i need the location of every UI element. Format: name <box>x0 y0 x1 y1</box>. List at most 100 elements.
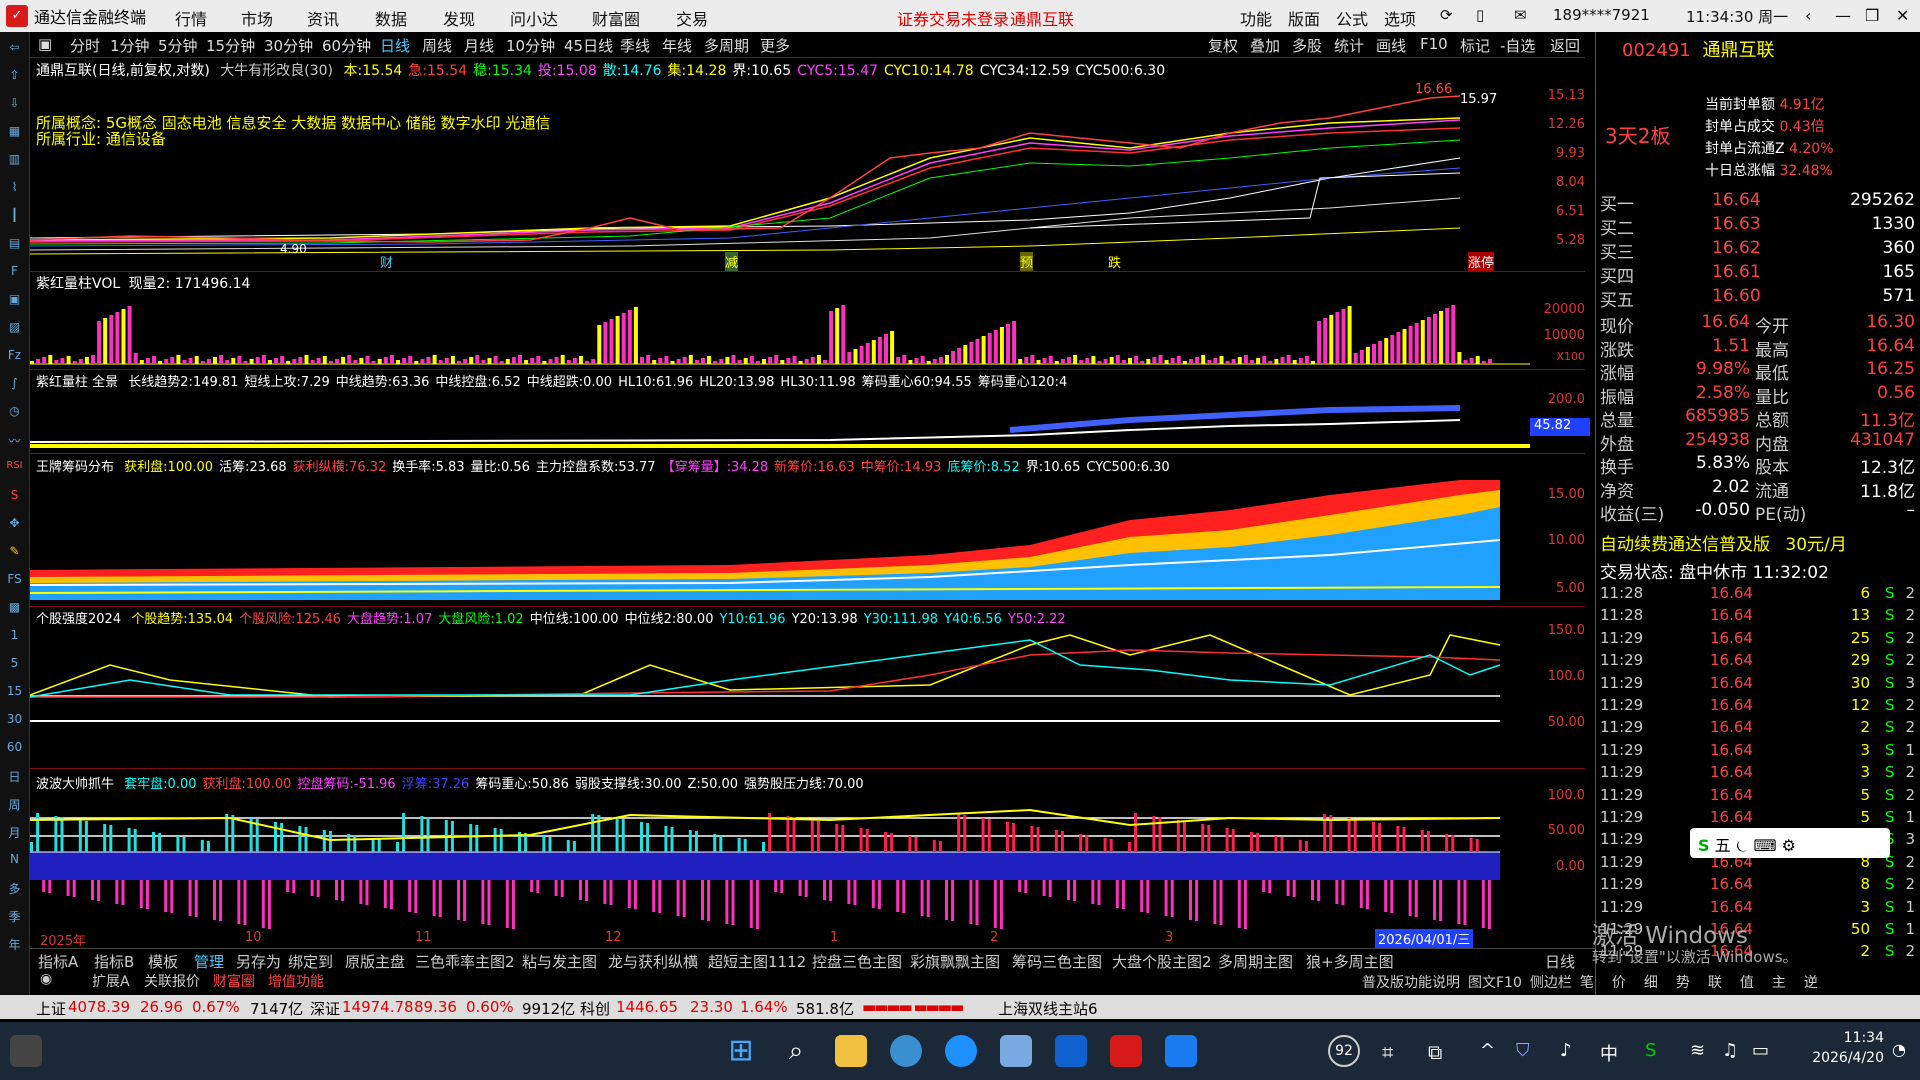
refresh-icon[interactable]: ⟳ <box>1440 6 1453 24</box>
back-icon[interactable]: ‹ <box>1805 6 1811 25</box>
period-1-icon[interactable]: 1 <box>5 628 25 648</box>
picture-icon[interactable]: ▩ <box>5 600 25 620</box>
bottom-link[interactable]: 图文F10 <box>1468 975 1522 991</box>
period-tab-multi[interactable]: 多周期 <box>704 35 749 56</box>
meeting-icon[interactable] <box>1165 1035 1197 1067</box>
edge-icon[interactable] <box>945 1035 977 1067</box>
bid-row[interactable]: 买五 16.60 571 <box>1600 286 1915 311</box>
toolbar-multistock[interactable]: 多股 <box>1292 35 1322 56</box>
account-label[interactable]: 189****7921 <box>1553 6 1650 24</box>
period-tab-fs[interactable]: 分时 <box>70 35 100 56</box>
search-icon[interactable]: ⌕ <box>780 1035 812 1067</box>
period-tab-10m[interactable]: 10分钟 <box>506 35 555 56</box>
menu-news[interactable]: 资讯 <box>307 6 339 30</box>
fs-icon[interactable]: FS <box>5 572 25 592</box>
bottom-link[interactable]: 价 <box>1612 975 1626 991</box>
tab-save-as[interactable]: 另存为 <box>236 951 281 972</box>
tab-multiperiod[interactable]: 多周期主图 <box>1218 951 1293 972</box>
kc-label[interactable]: 科创 <box>580 998 610 1019</box>
bottom-link[interactable]: 普及版功能说明 <box>1362 975 1460 991</box>
ime-tray-icon[interactable]: 中 <box>1600 1040 1618 1066</box>
file-explorer-icon[interactable] <box>835 1035 867 1067</box>
notepad-icon[interactable] <box>1000 1035 1032 1067</box>
period-tab-year[interactable]: 年线 <box>662 35 692 56</box>
tab-sticky[interactable]: 粘与发主图 <box>522 951 597 972</box>
tab-original[interactable]: 原版主盘 <box>345 951 405 972</box>
f10-icon[interactable]: F <box>5 264 25 284</box>
marker-reduce[interactable]: 减 <box>725 252 739 271</box>
bottom-link[interactable]: 逆 <box>1804 975 1818 991</box>
ime-toolbar[interactable]: S 五 ⏾ ⌨ ⚙ <box>1690 828 1890 858</box>
main-kline-chart[interactable] <box>30 78 1530 268</box>
period-5-icon[interactable]: 5 <box>5 656 25 676</box>
menu-discover[interactable]: 发现 <box>443 6 475 30</box>
bottom-link[interactable]: 笔 <box>1580 975 1594 991</box>
toolbar-draw[interactable]: 画线 <box>1376 35 1406 56</box>
browser-icon[interactable] <box>890 1035 922 1067</box>
menu-market[interactable]: 市场 <box>241 6 273 30</box>
menu-wealth[interactable]: 财富圈 <box>592 6 640 30</box>
rsi-icon[interactable]: RSI <box>5 460 25 480</box>
grid-icon[interactable]: ▥ <box>5 152 25 172</box>
tab-bind[interactable]: 绑定到 <box>288 951 333 972</box>
period-tab-1m[interactable]: 1分钟 <box>110 35 150 56</box>
battery-icon[interactable]: ▭ <box>1752 1040 1769 1061</box>
chip-distribution-chart[interactable] <box>30 475 1530 600</box>
wave-chart[interactable] <box>30 790 1530 930</box>
period-tab-5m[interactable]: 5分钟 <box>158 35 198 56</box>
fz-icon[interactable]: Fz <box>5 348 25 368</box>
menu-data[interactable]: 数据 <box>375 6 407 30</box>
tab-control[interactable]: 控盘三色主图 <box>812 951 902 972</box>
trend-chart[interactable] <box>30 390 1530 450</box>
period-week-icon[interactable]: 周 <box>5 796 25 816</box>
chip-panel-title[interactable]: 王牌筹码分布 <box>36 460 114 475</box>
tdx-app-icon[interactable] <box>1110 1035 1142 1067</box>
toolbar-f10[interactable]: F10 <box>1420 35 1448 53</box>
tab-tricolor[interactable]: 三色乖率主图2 <box>415 951 515 972</box>
period-toggle-icon[interactable]: ▣ <box>38 35 52 53</box>
menu-formula[interactable]: 公式 <box>1336 6 1368 30</box>
mic-icon[interactable] <box>10 1035 42 1067</box>
sh-label[interactable]: 上证 <box>36 998 66 1019</box>
tab-indicator-a[interactable]: 指标A <box>38 951 78 972</box>
toolbar-return[interactable]: 返回 <box>1550 35 1580 56</box>
volume-bars[interactable] <box>30 292 1530 367</box>
ad-row[interactable]: 自动续费通达信普及版 30元/月 <box>1600 530 1847 555</box>
ad-text[interactable]: 自动续费通达信普及版 <box>1600 535 1770 555</box>
menu-hq[interactable]: 行情 <box>175 6 207 30</box>
bid-row[interactable]: 买一 16.64 295262 <box>1600 190 1915 215</box>
tray-date[interactable]: 2026/4/20 <box>1800 1050 1884 1066</box>
minimize-icon[interactable]: — <box>1835 6 1851 25</box>
period-tab-30m[interactable]: 30分钟 <box>264 35 313 56</box>
up-arrow-icon[interactable]: ⇧ <box>5 68 25 88</box>
bottom-link[interactable]: 细 <box>1644 975 1658 991</box>
trend-panel-title[interactable]: 紫红量柱 全景 <box>36 375 118 390</box>
crop-icon[interactable]: ⌗ <box>1382 1040 1393 1064</box>
login-alert[interactable]: 证券交易未登录 <box>897 6 1009 30</box>
period-tab-more[interactable]: 更多 <box>760 35 790 56</box>
period-tab-45d[interactable]: 45日线 <box>564 35 613 56</box>
notification-icon[interactable]: ◔ <box>1892 1040 1906 1059</box>
app-blue-icon[interactable] <box>1055 1035 1087 1067</box>
badge-counter[interactable]: 92 <box>1328 1035 1360 1067</box>
bid-row[interactable]: 买二 16.63 1330 <box>1600 214 1915 239</box>
volume-icon[interactable]: ♫ <box>1722 1040 1738 1061</box>
tab-extend-a[interactable]: 扩展A <box>92 971 130 991</box>
marker-limitup[interactable]: 涨停 <box>1468 252 1495 271</box>
sz-label[interactable]: 深证 <box>310 998 340 1019</box>
tray-expand-icon[interactable]: ^ <box>1480 1040 1495 1061</box>
windows-start-icon[interactable]: ⊞ <box>725 1035 757 1067</box>
period-tab-15m[interactable]: 15分钟 <box>206 35 255 56</box>
period-60-icon[interactable]: 60 <box>5 740 25 760</box>
down-arrow-icon[interactable]: ⇩ <box>5 96 25 116</box>
capture-icon[interactable]: ⧉ <box>1428 1040 1442 1064</box>
ime-tools-icon[interactable]: ⏾ ⌨ ⚙ <box>1736 836 1796 855</box>
strength-chart[interactable] <box>30 625 1530 765</box>
period-day-icon[interactable]: 日 <box>5 768 25 788</box>
table-icon[interactable]: ▤ <box>5 236 25 256</box>
tab-manage[interactable]: 管理 <box>194 951 224 972</box>
tab-short[interactable]: 超短主图1112 <box>708 951 806 972</box>
menu-layout[interactable]: 版面 <box>1288 6 1320 30</box>
toolbar-mark[interactable]: 标记 <box>1460 35 1490 56</box>
ad-price[interactable]: 30元/月 <box>1785 535 1846 555</box>
